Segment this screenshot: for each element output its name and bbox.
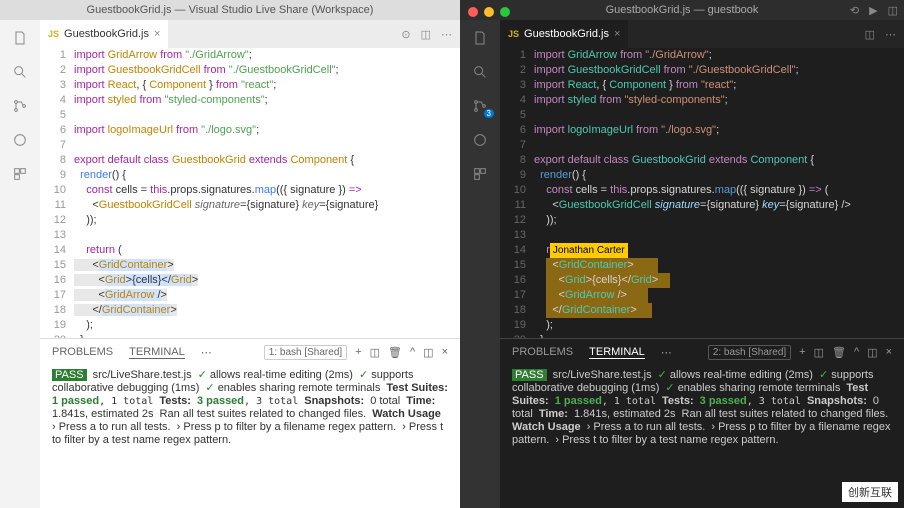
maximize-icon[interactable]: ^ bbox=[854, 346, 859, 358]
split-terminal-icon[interactable]: ◫ bbox=[814, 346, 824, 359]
files-icon[interactable] bbox=[10, 28, 30, 48]
close-panel-icon[interactable]: × bbox=[886, 346, 892, 358]
more-icon[interactable]: ⋯ bbox=[441, 28, 452, 41]
tab-terminal[interactable]: TERMINAL bbox=[589, 346, 645, 359]
editor-actions: ⊙ ◫ ⋯ bbox=[401, 28, 460, 41]
split-icon[interactable]: ◫ bbox=[421, 28, 431, 41]
minimize-window-icon[interactable] bbox=[484, 7, 494, 17]
layout-icon[interactable]: ◫ bbox=[423, 346, 433, 359]
tab-label: GuestbookGrid.js bbox=[64, 28, 149, 40]
debug-icon[interactable] bbox=[10, 130, 30, 150]
zoom-window-icon[interactable] bbox=[500, 7, 510, 17]
more-icon[interactable]: ⋯ bbox=[661, 346, 672, 359]
live-share-cursor: Jonathan Carter bbox=[550, 243, 628, 258]
line-numbers: 12345678910111213141516171819202122 bbox=[40, 48, 74, 338]
rewind-icon[interactable]: ⟲ bbox=[850, 4, 859, 17]
more-icon[interactable]: ⋯ bbox=[201, 346, 212, 359]
maximize-icon[interactable]: ^ bbox=[410, 346, 415, 358]
trash-icon[interactable]: 🗑 bbox=[388, 346, 402, 359]
close-icon[interactable]: × bbox=[614, 28, 620, 40]
split-terminal-icon[interactable]: ◫ bbox=[370, 346, 380, 359]
extensions-icon[interactable] bbox=[10, 164, 30, 184]
pin-icon[interactable]: ⊙ bbox=[401, 28, 410, 41]
close-window-icon[interactable] bbox=[468, 7, 478, 17]
activity-bar bbox=[460, 20, 500, 508]
editor-tab[interactable]: JS GuestbookGrid.js × bbox=[40, 20, 168, 48]
tab-terminal[interactable]: TERMINAL bbox=[129, 346, 185, 359]
layout-icon[interactable]: ◫ bbox=[867, 346, 877, 359]
watermark: 创新互联 bbox=[842, 482, 898, 502]
close-panel-icon[interactable]: × bbox=[442, 346, 448, 358]
terminal-output[interactable]: PASS src/LiveShare.test.js ✓ allows real… bbox=[40, 365, 460, 508]
search-icon[interactable] bbox=[10, 62, 30, 82]
js-icon: JS bbox=[508, 29, 519, 39]
minimap[interactable] bbox=[420, 48, 460, 338]
close-icon[interactable]: × bbox=[154, 28, 160, 40]
tab-problems[interactable]: PROBLEMS bbox=[52, 346, 113, 358]
play-icon[interactable]: ▶ bbox=[869, 4, 877, 17]
terminal-selector[interactable]: 1: bash [Shared] bbox=[264, 345, 347, 360]
code-editor[interactable]: import GridArrow from "./GridArrow"; imp… bbox=[534, 48, 904, 338]
code-editor[interactable]: import GridArrow from "./GridArrow"; imp… bbox=[74, 48, 420, 338]
window-title-right: GuestbookGrid.js — guestbook ⟲ ▶ ◫ bbox=[460, 0, 904, 20]
scm-icon[interactable] bbox=[470, 96, 490, 116]
extensions-icon[interactable] bbox=[470, 164, 490, 184]
search-icon[interactable] bbox=[470, 62, 490, 82]
layout-icon[interactable]: ◫ bbox=[888, 4, 898, 17]
add-terminal-icon[interactable]: + bbox=[355, 346, 361, 358]
line-numbers: 12345678910111213141516171819202122 bbox=[500, 48, 534, 338]
tab-label: GuestbookGrid.js bbox=[524, 28, 609, 40]
debug-icon[interactable] bbox=[470, 130, 490, 150]
trash-icon[interactable]: 🗑 bbox=[832, 346, 846, 359]
files-icon[interactable] bbox=[470, 28, 490, 48]
tab-problems[interactable]: PROBLEMS bbox=[512, 346, 573, 358]
terminal-selector[interactable]: 2: bash [Shared] bbox=[708, 345, 791, 360]
scm-icon[interactable] bbox=[10, 96, 30, 116]
js-icon: JS bbox=[48, 29, 59, 39]
editor-tab[interactable]: JS GuestbookGrid.js × bbox=[500, 20, 628, 48]
activity-bar bbox=[0, 20, 40, 508]
window-title-left: GuestbookGrid.js — Visual Studio Live Sh… bbox=[0, 0, 460, 20]
add-terminal-icon[interactable]: + bbox=[799, 346, 805, 358]
editor-actions: ◫ ⋯ bbox=[865, 28, 904, 41]
more-icon[interactable]: ⋯ bbox=[885, 28, 896, 41]
split-icon[interactable]: ◫ bbox=[865, 28, 875, 41]
